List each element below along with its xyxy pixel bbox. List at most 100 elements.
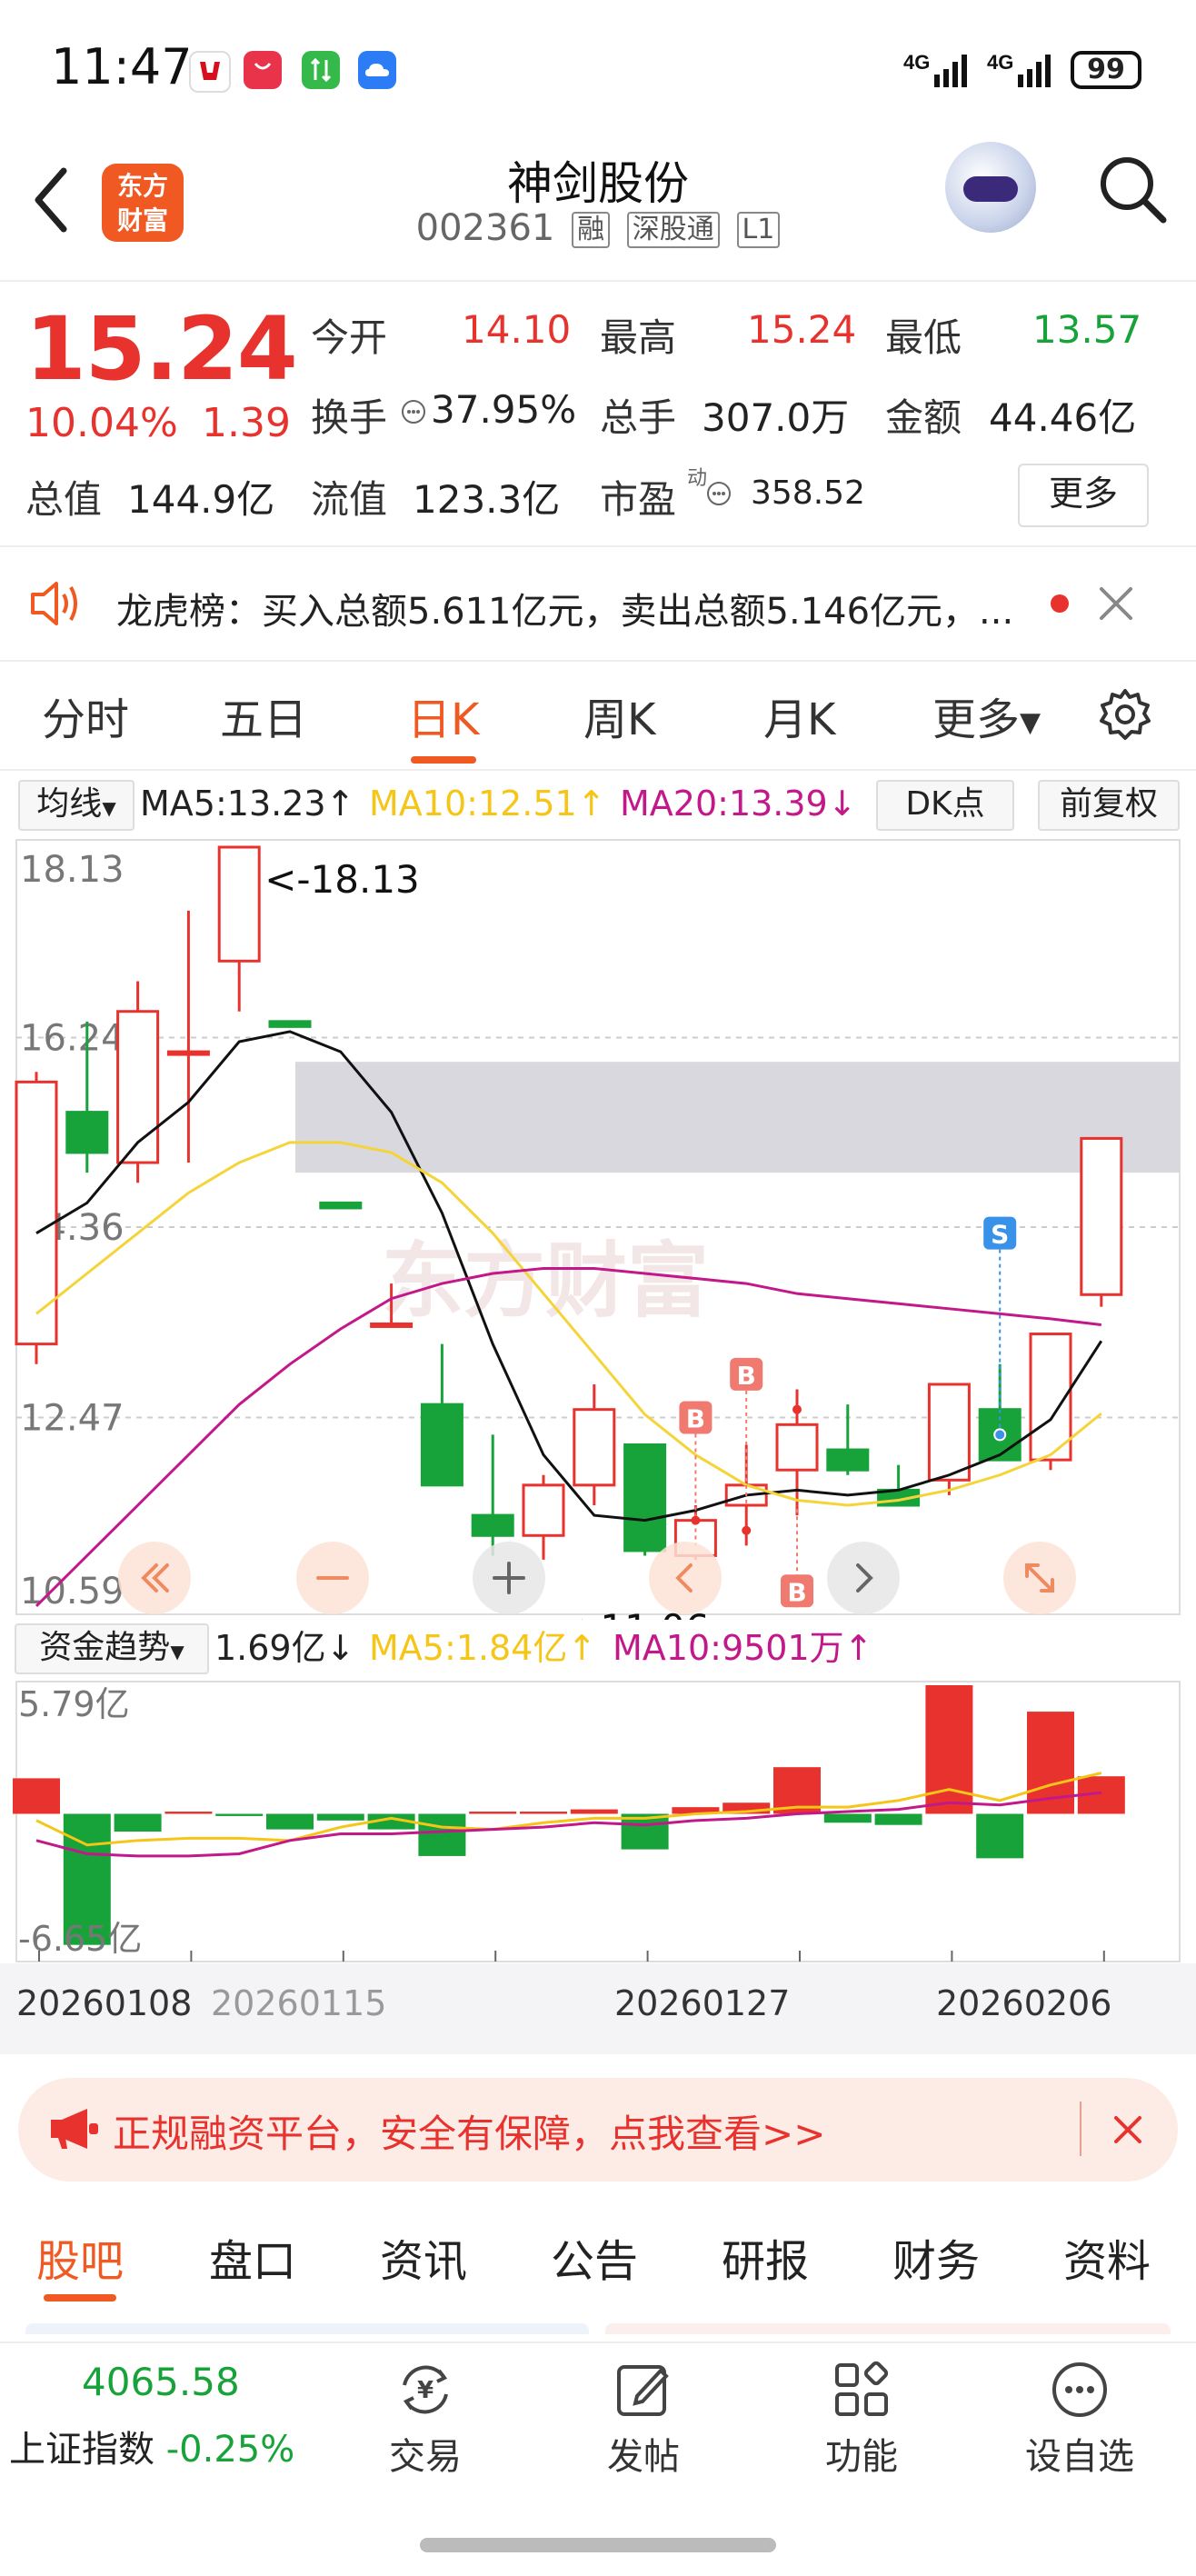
tab-intraday[interactable]: 分时 — [42, 684, 129, 747]
high-value: 15.24 — [747, 307, 857, 352]
fund-bar — [976, 1813, 1024, 1859]
search-icon[interactable] — [1096, 153, 1169, 225]
candle-body — [471, 1513, 514, 1537]
post-button[interactable]: 发帖 — [571, 2358, 716, 2480]
megaphone-icon — [47, 2105, 102, 2156]
date-tick: 20260115 — [211, 1983, 387, 2023]
divider — [0, 660, 1196, 662]
fund-trend-dropdown[interactable]: 资金趋势▼ — [15, 1623, 209, 1674]
date-tick: 20260127 — [614, 1983, 791, 2023]
candle-body — [623, 1443, 667, 1553]
close-icon[interactable] — [1112, 2114, 1143, 2149]
news-text[interactable]: 龙虎榜：买入总额5.611亿元，卖出总额5.146亿元，... — [116, 582, 1043, 634]
app-gallery-icon — [244, 51, 282, 89]
ma20-value: MA20:13.39↓ — [620, 784, 857, 824]
yuan-exchange-icon: ¥ — [403, 2365, 448, 2414]
fund-bar — [469, 1812, 517, 1814]
caret-down-icon: ▼ — [1020, 706, 1042, 739]
tab-news[interactable]: 资讯 — [380, 2225, 467, 2289]
close-icon[interactable] — [1098, 585, 1134, 625]
signal-dot — [792, 1404, 802, 1414]
signal-4g-icon: 4G — [903, 47, 976, 96]
open-value: 14.10 — [462, 307, 572, 352]
svg-text:4G: 4G — [903, 51, 930, 74]
divider — [0, 545, 1196, 547]
index-row[interactable]: 上证指数 -0.25% — [9, 2420, 294, 2472]
pe-dynamic-sup: 动 — [687, 467, 708, 490]
candle-body — [370, 1322, 414, 1328]
caret-down-icon: ▼ — [170, 1641, 184, 1662]
post-label: 发帖 — [607, 2436, 680, 2478]
low-label: 最低 — [885, 315, 962, 360]
scroll-right-icon[interactable] — [827, 1542, 900, 1614]
tab-research[interactable]: 研报 — [722, 2225, 809, 2289]
fund-bar — [266, 1813, 314, 1830]
y-axis-label: 12.47 — [20, 1398, 125, 1440]
ma-select-label: 均线 — [36, 785, 103, 823]
forward-adjust-button[interactable]: 前复权 — [1038, 780, 1180, 831]
trade-marker-text: B — [686, 1404, 705, 1434]
trade-marker-text: S — [991, 1220, 1009, 1250]
tab-more-label: 更多 — [932, 694, 1021, 745]
fund-bar — [13, 1778, 60, 1814]
functions-label: 功能 — [825, 2436, 898, 2478]
kline-chart[interactable]: 东方财富18.1316.2414.3612.4710.59<-18.13<-11… — [0, 836, 1196, 1620]
ma-select-dropdown[interactable]: 均线▼ — [18, 780, 135, 831]
more-quote-button[interactable]: 更多 — [1018, 464, 1149, 527]
change-amount: 1.39 — [202, 400, 291, 446]
zoom-out-icon[interactable] — [296, 1542, 369, 1614]
candle-body — [420, 1403, 463, 1487]
cloud-icon — [358, 51, 396, 89]
fullscreen-icon[interactable] — [1003, 1542, 1076, 1614]
dk-point-button[interactable]: DK点 — [876, 780, 1014, 831]
turnover-value: 37.95% — [431, 387, 577, 432]
tab-daily-k[interactable]: 日K — [407, 684, 479, 747]
low-value: 13.57 — [1032, 307, 1142, 352]
amount-label: 金额 — [885, 395, 962, 440]
connect-tag: 深股通 — [626, 212, 720, 248]
date-tick: 20260206 — [936, 1983, 1112, 2023]
ad-text[interactable]: 正规融资平台，安全有保障，点我查看>> — [113, 2103, 825, 2159]
stock-code: 002361 — [415, 207, 555, 249]
zoom-in-icon[interactable] — [473, 1542, 545, 1614]
tab-announcements[interactable]: 公告 — [551, 2225, 638, 2289]
info-dots-icon[interactable] — [400, 398, 427, 429]
fund-current-value: 1.69亿↓ — [214, 1628, 355, 1668]
rewind-icon[interactable] — [118, 1542, 191, 1614]
fund-bar — [520, 1812, 567, 1814]
info-dots-icon-2[interactable] — [705, 480, 733, 511]
battery-indicator: 99 — [1071, 51, 1141, 89]
tab-pankou[interactable]: 盘口 — [209, 2225, 296, 2289]
robot-assistant-icon[interactable] — [945, 142, 1036, 233]
fund-trend-chart[interactable]: 5.79亿 -6.65亿 — [0, 1678, 1196, 1963]
index-value[interactable]: 4065.58 — [82, 2360, 240, 2404]
tab-monthly-k[interactable]: 月K — [763, 684, 835, 747]
candle-body — [166, 1050, 210, 1056]
settings-gear-icon[interactable] — [1098, 687, 1152, 745]
tab-five-day[interactable]: 五日 — [220, 684, 307, 747]
functions-button[interactable]: 功能 — [789, 2358, 934, 2480]
tab-more[interactable]: 更多▼ — [932, 684, 1041, 747]
mktcap-label: 总值 — [25, 477, 103, 522]
index-change: -0.25% — [165, 2429, 295, 2471]
ma5-value: MA5:13.23↑ — [140, 784, 355, 824]
tab-finance[interactable]: 财务 — [892, 2225, 980, 2289]
candle-body — [775, 1423, 819, 1472]
volume-value: 307.0万 — [702, 395, 850, 440]
card-edge — [605, 2323, 1171, 2334]
svg-text:¥: ¥ — [417, 2377, 434, 2404]
nav-button-bg — [649, 1542, 722, 1614]
add-watchlist-button[interactable]: 设自选 — [1007, 2358, 1152, 2480]
tab-weekly-k[interactable]: 周K — [583, 684, 655, 747]
candle-body — [217, 845, 261, 963]
tab-guba[interactable]: 股吧 — [36, 2225, 124, 2289]
candle-body — [927, 1383, 971, 1482]
fund-trend-label: 资金趋势 — [39, 1629, 171, 1666]
fund-ma5-value: MA5:1.84亿↑ — [369, 1628, 597, 1668]
tab-profile[interactable]: 资料 — [1063, 2225, 1151, 2289]
active-tab-indicator — [44, 2294, 116, 2301]
trade-button[interactable]: ¥ 交易 — [353, 2358, 498, 2480]
fund-trend-row: 资金趋势▼ 1.69亿↓ MA5:1.84亿↑ MA10:9501万↑ — [0, 1620, 1196, 1676]
scroll-left-icon[interactable] — [649, 1542, 722, 1614]
open-label: 今开 — [311, 315, 388, 360]
